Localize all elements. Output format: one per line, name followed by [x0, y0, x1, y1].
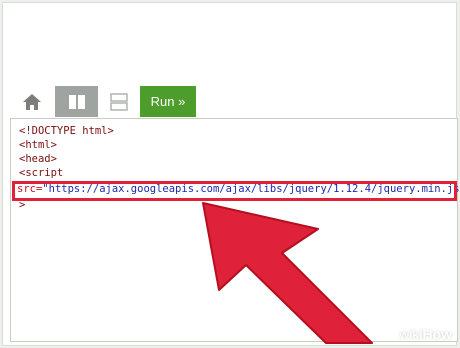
pointer-arrow [202, 202, 373, 344]
wikihow-watermark: wikiHow [399, 326, 452, 342]
